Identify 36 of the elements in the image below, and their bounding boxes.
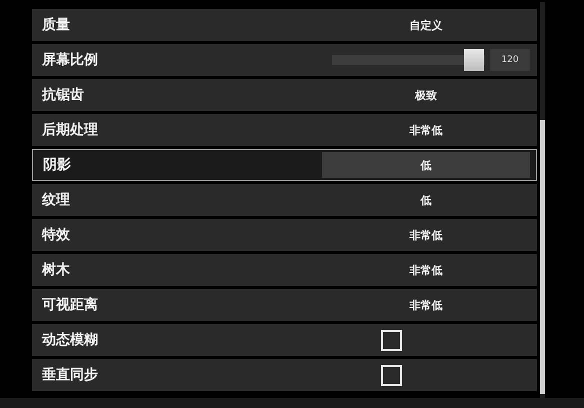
settings-row[interactable]: 特效 非常低 [32,219,537,251]
value-field[interactable]: 非常低 [322,117,530,143]
setting-label: 树木 [40,261,71,279]
value-field[interactable]: 低 [322,152,530,178]
checkbox[interactable] [381,330,402,350]
scrollbar-thumb[interactable] [540,120,545,394]
value-field[interactable]: 非常低 [322,222,530,248]
settings-row[interactable]: 可视距离 非常低 [32,289,537,321]
settings-row[interactable]: 纹理 低 [32,184,537,216]
setting-label: 抗锯齿 [40,86,85,104]
setting-label: 纹理 [40,191,71,209]
setting-label: 质量 [41,16,71,34]
settings-row[interactable]: 动态模糊 [32,324,537,356]
settings-row[interactable]: 垂直同步 [32,359,537,391]
value-field[interactable]: 极致 [322,82,530,108]
value-field[interactable]: 非常低 [322,292,530,318]
settings-row[interactable]: 树木 非常低 [32,254,537,286]
setting-label: 动态模糊 [40,331,99,349]
setting-label: 屏幕比例 [40,51,99,69]
checkbox[interactable] [381,364,402,386]
settings-row[interactable]: 屏幕比例 120 [32,44,537,76]
value-field[interactable]: 自定义 [322,12,530,38]
value-field[interactable]: 非常低 [322,257,530,283]
setting-label: 可视距离 [41,296,99,314]
setting-label: 垂直同步 [41,366,99,384]
settings-row[interactable]: 抗锯齿 极致 [32,79,537,111]
slider-value: 120 [490,49,530,71]
setting-label: 特效 [40,226,71,244]
value-field[interactable]: 低 [322,187,530,213]
scrollbar[interactable] [540,2,545,398]
settings-row[interactable]: 质量 自定义 [32,9,537,41]
settings-row[interactable]: 阴影 低 [32,149,537,181]
settings-row[interactable]: 后期处理 非常低 [32,114,537,146]
slider-thumb[interactable] [464,49,484,71]
setting-label: 后期处理 [40,121,99,139]
setting-label: 阴影 [42,156,72,174]
